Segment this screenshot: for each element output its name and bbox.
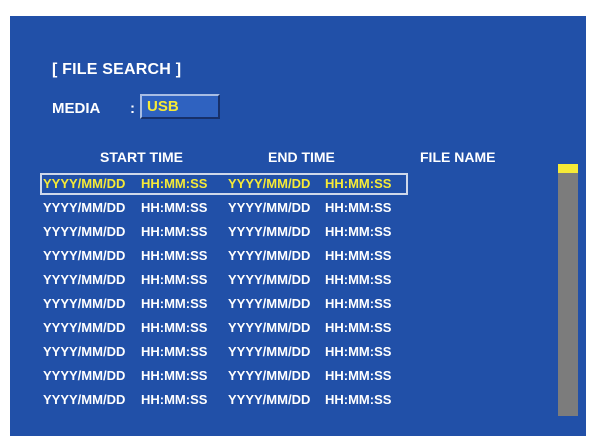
scrollbar[interactable] [558,164,578,416]
table-row[interactable]: YYYY/MM/DD HH:MM:SS YYYY/MM/DD HH:MM:SS [40,317,408,339]
start-time-cell: HH:MM:SS [141,368,208,383]
start-date-cell: YYYY/MM/DD [43,272,126,287]
table-row[interactable]: YYYY/MM/DD HH:MM:SS YYYY/MM/DD HH:MM:SS [40,293,408,315]
start-time-cell: HH:MM:SS [141,296,208,311]
media-colon: : [130,100,135,117]
start-time-cell: HH:MM:SS [141,392,208,407]
end-time-cell: HH:MM:SS [325,296,392,311]
end-date-cell: YYYY/MM/DD [228,224,311,239]
end-date-cell: YYYY/MM/DD [228,368,311,383]
end-date-cell: YYYY/MM/DD [228,176,311,191]
end-date-cell: YYYY/MM/DD [228,248,311,263]
end-date-cell: YYYY/MM/DD [228,392,311,407]
end-time-cell: HH:MM:SS [325,320,392,335]
start-date-cell: YYYY/MM/DD [43,176,126,191]
table-row[interactable]: YYYY/MM/DD HH:MM:SS YYYY/MM/DD HH:MM:SS [40,389,408,411]
media-label: MEDIA [52,100,101,117]
table-row[interactable]: YYYY/MM/DD HH:MM:SS YYYY/MM/DD HH:MM:SS [40,269,408,291]
table-row[interactable]: YYYY/MM/DD HH:MM:SS YYYY/MM/DD HH:MM:SS [40,341,408,363]
end-time-cell: HH:MM:SS [325,224,392,239]
start-time-cell: HH:MM:SS [141,224,208,239]
column-header-file-name: FILE NAME [420,149,496,165]
media-value: USB [145,98,181,116]
media-select[interactable]: USB [140,94,220,119]
start-time-cell: HH:MM:SS [141,176,208,191]
end-date-cell: YYYY/MM/DD [228,272,311,287]
start-time-cell: HH:MM:SS [141,248,208,263]
end-time-cell: HH:MM:SS [325,344,392,359]
table-row[interactable]: YYYY/MM/DD HH:MM:SS YYYY/MM/DD HH:MM:SS [40,365,408,387]
start-date-cell: YYYY/MM/DD [43,392,126,407]
end-time-cell: HH:MM:SS [325,176,392,191]
start-date-cell: YYYY/MM/DD [43,248,126,263]
table-row[interactable]: YYYY/MM/DD HH:MM:SS YYYY/MM/DD HH:MM:SS [40,221,408,243]
end-time-cell: HH:MM:SS [325,368,392,383]
end-date-cell: YYYY/MM/DD [228,296,311,311]
end-time-cell: HH:MM:SS [325,392,392,407]
scrollbar-thumb[interactable] [558,164,578,173]
table-row[interactable]: YYYY/MM/DD HH:MM:SS YYYY/MM/DD HH:MM:SS [40,197,408,219]
start-time-cell: HH:MM:SS [141,320,208,335]
end-date-cell: YYYY/MM/DD [228,344,311,359]
start-date-cell: YYYY/MM/DD [43,296,126,311]
column-header-start-time: START TIME [100,149,183,165]
end-time-cell: HH:MM:SS [325,200,392,215]
end-time-cell: HH:MM:SS [325,248,392,263]
end-date-cell: YYYY/MM/DD [228,200,311,215]
table-row[interactable]: YYYY/MM/DD HH:MM:SS YYYY/MM/DD HH:MM:SS [40,173,408,195]
start-date-cell: YYYY/MM/DD [43,368,126,383]
end-date-cell: YYYY/MM/DD [228,320,311,335]
start-date-cell: YYYY/MM/DD [43,320,126,335]
table-row[interactable]: YYYY/MM/DD HH:MM:SS YYYY/MM/DD HH:MM:SS [40,245,408,267]
column-header-end-time: END TIME [268,149,335,165]
start-time-cell: HH:MM:SS [141,272,208,287]
start-date-cell: YYYY/MM/DD [43,200,126,215]
start-time-cell: HH:MM:SS [141,200,208,215]
start-date-cell: YYYY/MM/DD [43,344,126,359]
page-title: [ FILE SEARCH ] [52,61,182,78]
end-time-cell: HH:MM:SS [325,272,392,287]
file-search-screen: [ FILE SEARCH ] MEDIA : USB START TIME E… [10,16,586,436]
start-time-cell: HH:MM:SS [141,344,208,359]
start-date-cell: YYYY/MM/DD [43,224,126,239]
